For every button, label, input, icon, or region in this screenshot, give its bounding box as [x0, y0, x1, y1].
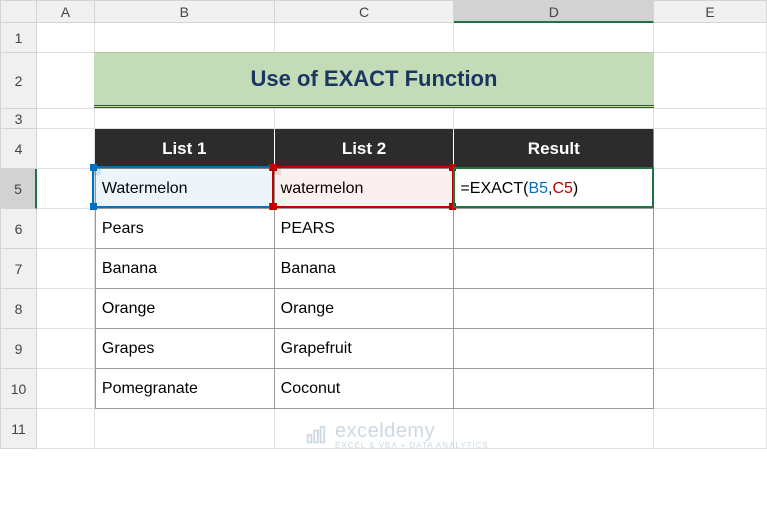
row-header-1[interactable]: 1	[1, 23, 37, 53]
cell-c6[interactable]: PEARS	[275, 209, 455, 249]
cell-d11[interactable]	[454, 409, 654, 449]
cell-e11[interactable]	[654, 409, 767, 449]
cell-c5[interactable]: watermelon	[275, 169, 455, 209]
cell-a7[interactable]	[37, 249, 95, 289]
col-header-e[interactable]: E	[654, 1, 767, 23]
cell-d5[interactable]: =EXACT(B5,C5)	[454, 169, 654, 209]
select-all-corner[interactable]	[1, 1, 37, 23]
col-header-a[interactable]: A	[37, 1, 95, 23]
row-header-7[interactable]: 7	[1, 249, 37, 289]
cell-d7[interactable]	[454, 249, 654, 289]
cell-c7[interactable]: Banana	[275, 249, 455, 289]
cell-a5[interactable]	[37, 169, 95, 209]
cell-c10[interactable]: Coconut	[275, 369, 455, 409]
formula-display: =EXACT(B5,C5)	[460, 180, 578, 198]
formula-ref1: B5	[528, 180, 548, 197]
cell-c11[interactable]	[275, 409, 455, 449]
cell-b7[interactable]: Banana	[95, 249, 275, 289]
page-title: Use of EXACT Function	[94, 52, 654, 108]
cell-c1[interactable]	[275, 23, 455, 53]
cell-e9[interactable]	[654, 329, 767, 369]
formula-suffix: )	[573, 180, 578, 197]
cell-e2[interactable]	[654, 53, 767, 109]
col-header-c[interactable]: C	[275, 1, 455, 23]
cell-e8[interactable]	[654, 289, 767, 329]
cell-a8[interactable]	[37, 289, 95, 329]
cell-b5[interactable]: Watermelon	[95, 169, 275, 209]
cell-b8[interactable]: Orange	[95, 289, 275, 329]
cell-b11[interactable]	[95, 409, 275, 449]
cell-e10[interactable]	[654, 369, 767, 409]
cell-d1[interactable]	[454, 23, 654, 53]
cell-b10[interactable]: Pomegranate	[95, 369, 275, 409]
row-header-10[interactable]: 10	[1, 369, 37, 409]
row-header-3[interactable]: 3	[1, 109, 37, 129]
cell-d8[interactable]	[454, 289, 654, 329]
row-header-2[interactable]: 2	[1, 53, 37, 109]
cell-e6[interactable]	[654, 209, 767, 249]
cell-c9[interactable]: Grapefruit	[275, 329, 455, 369]
cell-b1[interactable]	[95, 23, 275, 53]
cell-a2[interactable]	[37, 53, 95, 109]
cell-d9[interactable]	[454, 329, 654, 369]
row-header-11[interactable]: 11	[1, 409, 37, 449]
row-header-5[interactable]: 5	[1, 169, 37, 209]
cell-e3[interactable]	[654, 109, 767, 129]
formula-ref2: C5	[552, 180, 572, 197]
cell-b6[interactable]: Pears	[95, 209, 275, 249]
cell-b3[interactable]	[95, 109, 275, 129]
cell-c3[interactable]	[275, 109, 455, 129]
cell-a11[interactable]	[37, 409, 95, 449]
cell-a10[interactable]	[37, 369, 95, 409]
cell-d10[interactable]	[454, 369, 654, 409]
cell-d6[interactable]	[454, 209, 654, 249]
header-list1[interactable]: List 1	[95, 129, 275, 169]
cell-e7[interactable]	[654, 249, 767, 289]
cell-a9[interactable]	[37, 329, 95, 369]
header-result[interactable]: Result	[454, 129, 654, 169]
col-header-d[interactable]: D	[454, 1, 654, 23]
row-header-9[interactable]: 9	[1, 329, 37, 369]
cell-d3[interactable]	[454, 109, 654, 129]
cell-a1[interactable]	[37, 23, 95, 53]
header-list2[interactable]: List 2	[275, 129, 455, 169]
cell-e4[interactable]	[654, 129, 767, 169]
row-header-8[interactable]: 8	[1, 289, 37, 329]
col-header-b[interactable]: B	[95, 1, 275, 23]
cell-e5[interactable]	[654, 169, 767, 209]
formula-prefix: =EXACT(	[460, 180, 528, 197]
cell-a4[interactable]	[37, 129, 95, 169]
cell-c8[interactable]: Orange	[275, 289, 455, 329]
row-header-6[interactable]: 6	[1, 209, 37, 249]
row-header-4[interactable]: 4	[1, 129, 37, 169]
cell-a3[interactable]	[37, 109, 95, 129]
column-headers: A B C D E	[1, 1, 767, 23]
cell-a6[interactable]	[37, 209, 95, 249]
cell-e1[interactable]	[654, 23, 767, 53]
cell-b9[interactable]: Grapes	[95, 329, 275, 369]
